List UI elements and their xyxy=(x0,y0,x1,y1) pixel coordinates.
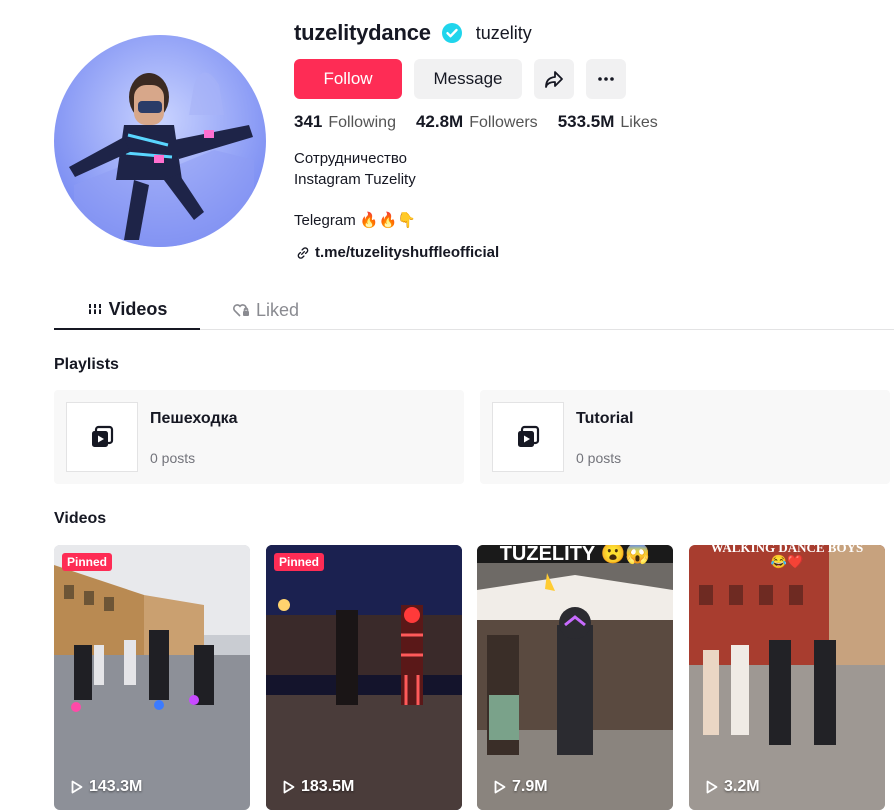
playlist-name: Tutorial xyxy=(576,410,634,427)
pinned-badge: Pinned xyxy=(274,553,325,571)
video-views: 143.3M xyxy=(70,778,142,796)
tab-videos[interactable]: Videos xyxy=(54,290,200,330)
video-views: 7.9M xyxy=(493,778,548,796)
video-overlay-text: TUZELITY 😮😱 xyxy=(499,545,651,565)
bio: Сотрудничество Instagram Tuzelity xyxy=(294,148,416,190)
likes-count: 533.5M xyxy=(557,112,615,131)
view-count: 143.3M xyxy=(89,778,143,795)
playlist-count: 0 posts xyxy=(576,450,622,466)
more-icon xyxy=(598,77,614,81)
followers-count: 42.8M xyxy=(415,112,464,131)
video-card[interactable]: WALKING DANCE BOYS 😂❤️ 3.2M xyxy=(689,545,885,810)
playlist-card[interactable]: Tutorial 0 posts xyxy=(480,390,890,484)
video-views: 183.5M xyxy=(282,778,354,796)
playlists-title: Playlists xyxy=(54,356,119,373)
video-card[interactable]: Pinned 143.3M xyxy=(54,545,250,810)
profile-stats: 341 Following 42.8M Followers 533.5M Lik… xyxy=(294,112,678,132)
bio-line: Telegram 🔥🔥👇 xyxy=(294,212,416,229)
profile-actions: Follow Message xyxy=(294,59,626,99)
tab-label: Videos xyxy=(108,298,168,319)
videos-title: Videos xyxy=(54,510,107,527)
more-button[interactable] xyxy=(586,59,626,99)
share-button[interactable] xyxy=(534,59,574,99)
tab-liked[interactable]: Liked xyxy=(232,290,299,330)
video-thumbnail xyxy=(477,545,673,810)
following-stat[interactable]: 341 Following xyxy=(294,112,396,132)
grid-icon xyxy=(87,301,103,317)
video-thumbnail xyxy=(689,545,885,810)
share-icon xyxy=(545,71,563,88)
bio-line: Сотрудничество xyxy=(294,150,407,167)
following-label: Following xyxy=(328,114,396,131)
playlist-icon xyxy=(518,425,540,447)
likes-label: Likes xyxy=(620,114,658,131)
nickname: tuzelity xyxy=(475,22,532,43)
video-thumbnail xyxy=(54,545,250,810)
video-views: 3.2M xyxy=(705,778,760,796)
view-count: 183.5M xyxy=(301,778,355,795)
likes-stat: 533.5M Likes xyxy=(558,112,658,132)
play-icon xyxy=(283,780,295,794)
follow-button[interactable]: Follow xyxy=(294,59,402,99)
username: tuzelitydance xyxy=(294,20,431,45)
followers-label: Followers xyxy=(469,114,538,131)
video-thumbnail xyxy=(266,545,462,810)
pinned-badge: Pinned xyxy=(62,553,113,571)
bio-line: Instagram Tuzelity xyxy=(294,171,416,188)
playlist-card[interactable]: Пешеходка 0 posts xyxy=(54,390,464,484)
view-count: 7.9M xyxy=(512,778,548,795)
verified-badge-icon xyxy=(441,23,462,43)
playlist-thumbnail xyxy=(492,402,564,472)
user-avatar-illustration xyxy=(54,35,266,247)
tab-label: Liked xyxy=(256,299,300,320)
video-card[interactable]: TUZELITY 😮😱 7.9M xyxy=(477,545,673,810)
video-card[interactable]: Pinned 183.5M xyxy=(266,545,462,810)
following-count: 341 xyxy=(294,112,323,131)
link-icon xyxy=(297,246,309,259)
profile-tabs: Videos Liked xyxy=(54,290,894,330)
play-icon xyxy=(706,780,718,794)
view-count: 3.2M xyxy=(724,778,760,795)
video-overlay-text: WALKING DANCE BOYS 😂❤️ xyxy=(710,545,864,569)
playlist-icon xyxy=(92,425,114,447)
message-button[interactable]: Message xyxy=(414,59,522,99)
username-row: tuzelitydance tuzelity xyxy=(294,18,532,48)
followers-stat[interactable]: 42.8M Followers xyxy=(416,112,538,132)
profile-avatar[interactable] xyxy=(54,35,266,247)
play-icon xyxy=(71,780,83,794)
bio-link-text: t.me/tuzelityshuffleofficial xyxy=(315,244,500,261)
playlist-count: 0 posts xyxy=(150,450,196,466)
playlist-thumbnail xyxy=(66,402,138,472)
play-icon xyxy=(494,780,506,794)
playlist-name: Пешеходка xyxy=(150,410,238,427)
bio-link[interactable]: t.me/tuzelityshuffleofficial xyxy=(296,244,499,261)
heart-lock-icon xyxy=(232,302,250,318)
